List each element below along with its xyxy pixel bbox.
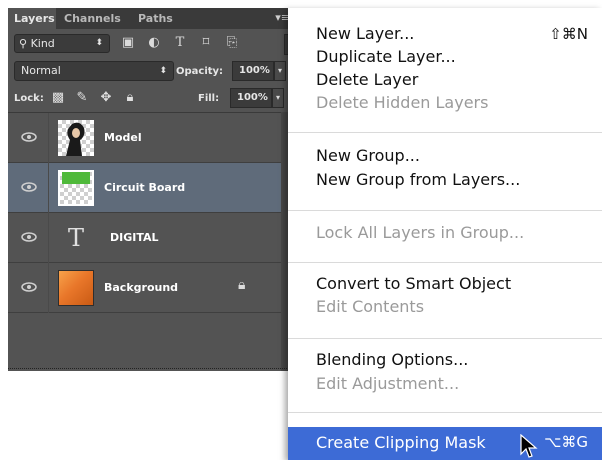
visibility-eye-icon[interactable] xyxy=(20,131,38,143)
type-filter-icon[interactable]: T xyxy=(172,35,188,51)
column-separator xyxy=(48,113,49,163)
mouse-cursor-icon xyxy=(520,434,538,458)
layer-row-background[interactable]: Background 🔒︎ xyxy=(8,263,294,313)
lock-position-icon[interactable]: ✥ xyxy=(98,90,114,106)
menu-item-edit-adjustment: Edit Adjustment... xyxy=(316,374,460,393)
blend-row: Normal ⬍ Opacity: 100% ▾ xyxy=(8,58,294,84)
lock-transparency-icon[interactable]: ▩ xyxy=(50,90,66,106)
lock-label: Lock: xyxy=(14,93,44,104)
panel-tab-bar: Layers Channels Paths ▾≡ xyxy=(8,8,294,29)
column-separator xyxy=(48,263,49,313)
menu-separator xyxy=(288,412,602,413)
menu-item-new-group-from-layers[interactable]: New Group from Layers... xyxy=(316,170,520,189)
menu-item-delete-hidden-layers: Delete Hidden Layers xyxy=(316,93,489,112)
menu-separator xyxy=(288,132,602,133)
menu-separator xyxy=(288,210,602,211)
layer-row-model[interactable]: Model xyxy=(8,113,294,163)
select-arrows-icon: ⬍ xyxy=(95,38,103,48)
kind-filter-label: Kind xyxy=(30,37,55,50)
lock-all-icon[interactable]: 🔒︎ xyxy=(122,90,138,106)
type-layer-icon: T xyxy=(67,224,84,252)
layer-thumbnail-circuit-board xyxy=(58,170,94,206)
menu-item-convert-to-smart-object[interactable]: Convert to Smart Object xyxy=(316,274,511,293)
layer-lock-icon: 🔒︎ xyxy=(238,277,246,293)
layers-panel: Layers Channels Paths ▾≡ ⚲ Kind ⬍ ▣ ◐ T … xyxy=(8,8,294,371)
menu-separator xyxy=(288,338,602,339)
layer-thumbnail-background xyxy=(58,270,94,306)
opacity-dropdown-icon[interactable]: ▾ xyxy=(274,61,286,81)
tab-paths[interactable]: Paths xyxy=(132,8,178,29)
blend-mode-value: Normal xyxy=(21,64,61,77)
fill-input[interactable]: 100% xyxy=(230,88,272,108)
smart-object-filter-icon[interactable]: ⎘ xyxy=(224,35,240,51)
menu-separator xyxy=(288,262,602,263)
layer-thumbnail-model xyxy=(58,120,94,156)
filter-row: ⚲ Kind ⬍ ▣ ◐ T ⌑ ⎘ xyxy=(8,29,294,58)
opacity-label: Opacity: xyxy=(176,66,224,77)
tab-layers[interactable]: Layers xyxy=(8,8,56,29)
adjustment-filter-icon[interactable]: ◐ xyxy=(146,35,162,51)
column-separator xyxy=(48,213,49,263)
shortcut-create-clipping-mask: ⌥⌘G xyxy=(544,433,588,451)
menu-item-edit-contents: Edit Contents xyxy=(316,297,425,316)
menu-item-delete-layer[interactable]: Delete Layer xyxy=(316,70,418,89)
menu-item-lock-all-layers-in-group: Lock All Layers in Group... xyxy=(316,223,525,242)
fill-label: Fill: xyxy=(198,93,220,104)
circuit-board-content xyxy=(62,172,90,184)
shortcut-new-layer: ⇧⌘N xyxy=(549,25,588,43)
layer-name: Model xyxy=(104,131,142,144)
fill-dropdown-icon[interactable]: ▾ xyxy=(272,88,284,108)
menu-item-label: Create Clipping Mask xyxy=(316,433,486,452)
layer-row-digital[interactable]: T DIGITAL xyxy=(8,213,294,263)
panel-bottom-edge xyxy=(8,368,287,369)
select-arrows-icon: ⬍ xyxy=(159,66,167,76)
menu-item-new-layer[interactable]: New Layer... xyxy=(316,24,414,43)
layer-row-circuit-board[interactable]: Circuit Board xyxy=(8,163,294,213)
kind-filter-select[interactable]: ⚲ Kind ⬍ xyxy=(14,34,110,53)
layers-context-menu: New Layer... ⇧⌘N Duplicate Layer... Dele… xyxy=(288,8,602,460)
visibility-eye-icon[interactable] xyxy=(20,231,38,243)
layer-name: Circuit Board xyxy=(104,181,186,194)
blend-mode-select[interactable]: Normal ⬍ xyxy=(14,61,174,81)
menu-item-duplicate-layer[interactable]: Duplicate Layer... xyxy=(316,47,456,66)
layer-name: Background xyxy=(104,281,179,294)
layer-name: DIGITAL xyxy=(110,231,159,244)
image-filter-icon[interactable]: ▣ xyxy=(120,35,136,51)
lock-image-pixels-icon[interactable]: ✎ xyxy=(74,90,90,106)
shape-filter-icon[interactable]: ⌑ xyxy=(198,35,214,51)
visibility-eye-icon[interactable] xyxy=(20,181,38,193)
menu-item-new-group[interactable]: New Group... xyxy=(316,146,420,165)
column-separator xyxy=(48,163,49,213)
opacity-input[interactable]: 100% xyxy=(232,61,274,81)
lock-row: Lock: ▩ ✎ ✥ 🔒︎ Fill: 100% ▾ xyxy=(8,84,294,112)
menu-item-create-clipping-mask[interactable]: Create Clipping Mask ⌥⌘G xyxy=(288,427,602,460)
search-icon: ⚲ xyxy=(19,37,28,50)
tab-channels[interactable]: Channels xyxy=(58,8,130,29)
visibility-eye-icon[interactable] xyxy=(20,281,38,293)
menu-item-blending-options[interactable]: Blending Options... xyxy=(316,350,468,369)
